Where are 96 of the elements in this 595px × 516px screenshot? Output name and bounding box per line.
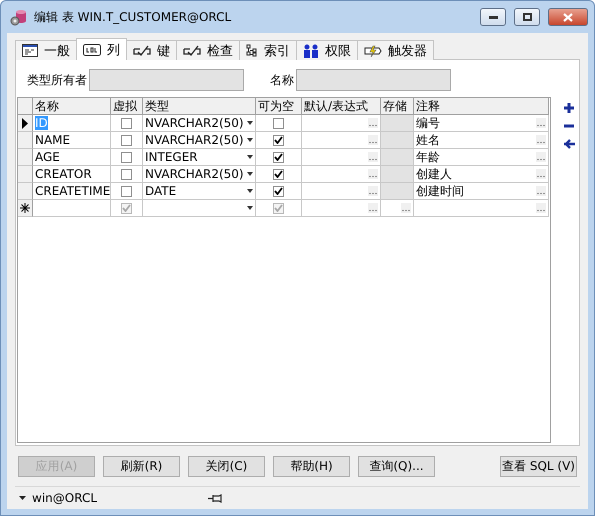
tab[interactable]: 权限 bbox=[296, 40, 358, 60]
field-label: 名称 bbox=[270, 72, 294, 88]
checkbox[interactable] bbox=[273, 186, 284, 196]
users-icon bbox=[303, 44, 319, 58]
checkbox[interactable] bbox=[273, 202, 284, 214]
more-button[interactable] bbox=[368, 169, 378, 179]
table-cell[interactable] bbox=[381, 183, 414, 200]
table-cell[interactable]: NVARCHAR2(50) bbox=[143, 132, 256, 149]
more-button[interactable] bbox=[401, 203, 411, 213]
dialog-button[interactable]: 关闭(C) bbox=[188, 456, 265, 476]
close-button[interactable] bbox=[548, 8, 588, 26]
checkbox[interactable] bbox=[121, 202, 132, 214]
table-cell[interactable] bbox=[381, 166, 414, 183]
more-button[interactable] bbox=[368, 118, 378, 128]
table-cell[interactable] bbox=[381, 132, 414, 149]
more-button[interactable] bbox=[536, 135, 546, 145]
table-cell[interactable]: CREATOR bbox=[33, 166, 111, 183]
column-icon bbox=[83, 44, 101, 56]
table-cell[interactable] bbox=[33, 200, 111, 217]
trigger-icon bbox=[364, 44, 382, 56]
database-icon bbox=[10, 8, 28, 26]
dropdown-arrow-icon[interactable] bbox=[247, 206, 253, 210]
dropdown-arrow-icon[interactable] bbox=[247, 155, 253, 159]
key-check-icon bbox=[133, 44, 151, 56]
table-cell[interactable]: INTEGER bbox=[143, 149, 256, 166]
connection-label: win@ORCL bbox=[32, 491, 98, 505]
tab[interactable]: 触发器 bbox=[357, 40, 434, 60]
table-cell[interactable] bbox=[414, 200, 549, 217]
dialog-button[interactable]: 查询(Q)... bbox=[358, 456, 435, 476]
more-button[interactable] bbox=[536, 118, 546, 128]
table-cell[interactable]: 创建人 bbox=[414, 166, 549, 183]
dialog-button[interactable]: 刷新(R) bbox=[103, 456, 180, 476]
more-button[interactable] bbox=[536, 152, 546, 162]
dropdown-arrow-icon[interactable] bbox=[19, 496, 26, 500]
table-cell[interactable]: DATE bbox=[143, 183, 256, 200]
form-icon bbox=[22, 44, 38, 57]
more-button[interactable] bbox=[368, 203, 378, 213]
table-cell[interactable] bbox=[143, 200, 256, 217]
tab[interactable]: 键 bbox=[126, 40, 177, 60]
maximize-button[interactable] bbox=[514, 8, 540, 26]
checkbox[interactable] bbox=[121, 152, 132, 162]
checkbox[interactable] bbox=[121, 134, 132, 146]
dropdown-arrow-icon[interactable] bbox=[247, 189, 253, 193]
table-cell[interactable]: 姓名 bbox=[414, 132, 549, 149]
checkbox[interactable] bbox=[121, 186, 132, 196]
view-sql-button[interactable]: 查看 SQL (V) bbox=[500, 456, 577, 476]
tab[interactable]: 列 bbox=[76, 38, 127, 60]
checkbox[interactable] bbox=[121, 118, 132, 128]
table-cell[interactable] bbox=[381, 115, 414, 132]
table-cell[interactable]: NVARCHAR2(50) bbox=[143, 166, 256, 183]
column-header[interactable]: 可为空 bbox=[256, 98, 302, 115]
pin-icon[interactable] bbox=[208, 494, 222, 502]
row-header[interactable] bbox=[18, 200, 33, 217]
dropdown-arrow-icon[interactable] bbox=[247, 172, 253, 176]
more-button[interactable] bbox=[368, 186, 378, 196]
minimize-icon bbox=[488, 16, 498, 18]
hierarchy-icon bbox=[246, 44, 258, 57]
insert-icon[interactable] bbox=[563, 139, 575, 149]
column-header[interactable]: 存储 bbox=[381, 98, 414, 115]
maximize-icon bbox=[522, 13, 532, 21]
window-title: 编辑 表 WIN.T_CUSTOMER@ORCL bbox=[34, 8, 232, 26]
tab[interactable]: 一般 bbox=[15, 40, 77, 60]
table-cell[interactable]: NVARCHAR2(50) bbox=[143, 115, 256, 132]
more-button[interactable] bbox=[536, 186, 546, 196]
column-header[interactable]: 类型 bbox=[143, 98, 256, 115]
close-icon bbox=[563, 12, 573, 22]
checkbox[interactable] bbox=[273, 152, 284, 162]
more-button[interactable] bbox=[368, 135, 378, 145]
tab[interactable]: 索引 bbox=[239, 40, 297, 60]
checkbox[interactable] bbox=[273, 134, 284, 146]
table-cell[interactable] bbox=[381, 149, 414, 166]
checkbox[interactable] bbox=[121, 168, 132, 180]
dropdown-arrow-icon[interactable] bbox=[247, 138, 253, 142]
minimize-button[interactable] bbox=[480, 8, 506, 26]
table-cell[interactable]: AGE bbox=[33, 149, 111, 166]
column-header[interactable]: 名称 bbox=[33, 98, 111, 115]
more-button[interactable] bbox=[536, 203, 546, 213]
add-icon[interactable] bbox=[564, 103, 574, 113]
dialog-button[interactable]: 帮助(H) bbox=[273, 456, 350, 476]
checkbox[interactable] bbox=[273, 168, 284, 180]
key-check-icon bbox=[183, 44, 201, 56]
more-button[interactable] bbox=[368, 152, 378, 162]
table-cell[interactable]: 编号 bbox=[414, 115, 549, 132]
column-header[interactable]: 虚拟 bbox=[111, 98, 143, 115]
column-header[interactable]: 注释 bbox=[414, 98, 549, 115]
table-cell[interactable]: 年龄 bbox=[414, 149, 549, 166]
more-button[interactable] bbox=[536, 169, 546, 179]
field-label: 类型所有者 bbox=[27, 72, 87, 88]
tab[interactable]: 检查 bbox=[176, 40, 240, 60]
table-cell[interactable]: 创建时间 bbox=[414, 183, 549, 200]
row-header[interactable] bbox=[18, 115, 33, 132]
table-cell[interactable]: NAME bbox=[33, 132, 111, 149]
column-header[interactable]: 默认/表达式 bbox=[302, 98, 381, 115]
checkbox[interactable] bbox=[273, 118, 284, 128]
dropdown-arrow-icon[interactable] bbox=[247, 121, 253, 125]
table-cell[interactable]: CREATETIME bbox=[33, 183, 111, 200]
